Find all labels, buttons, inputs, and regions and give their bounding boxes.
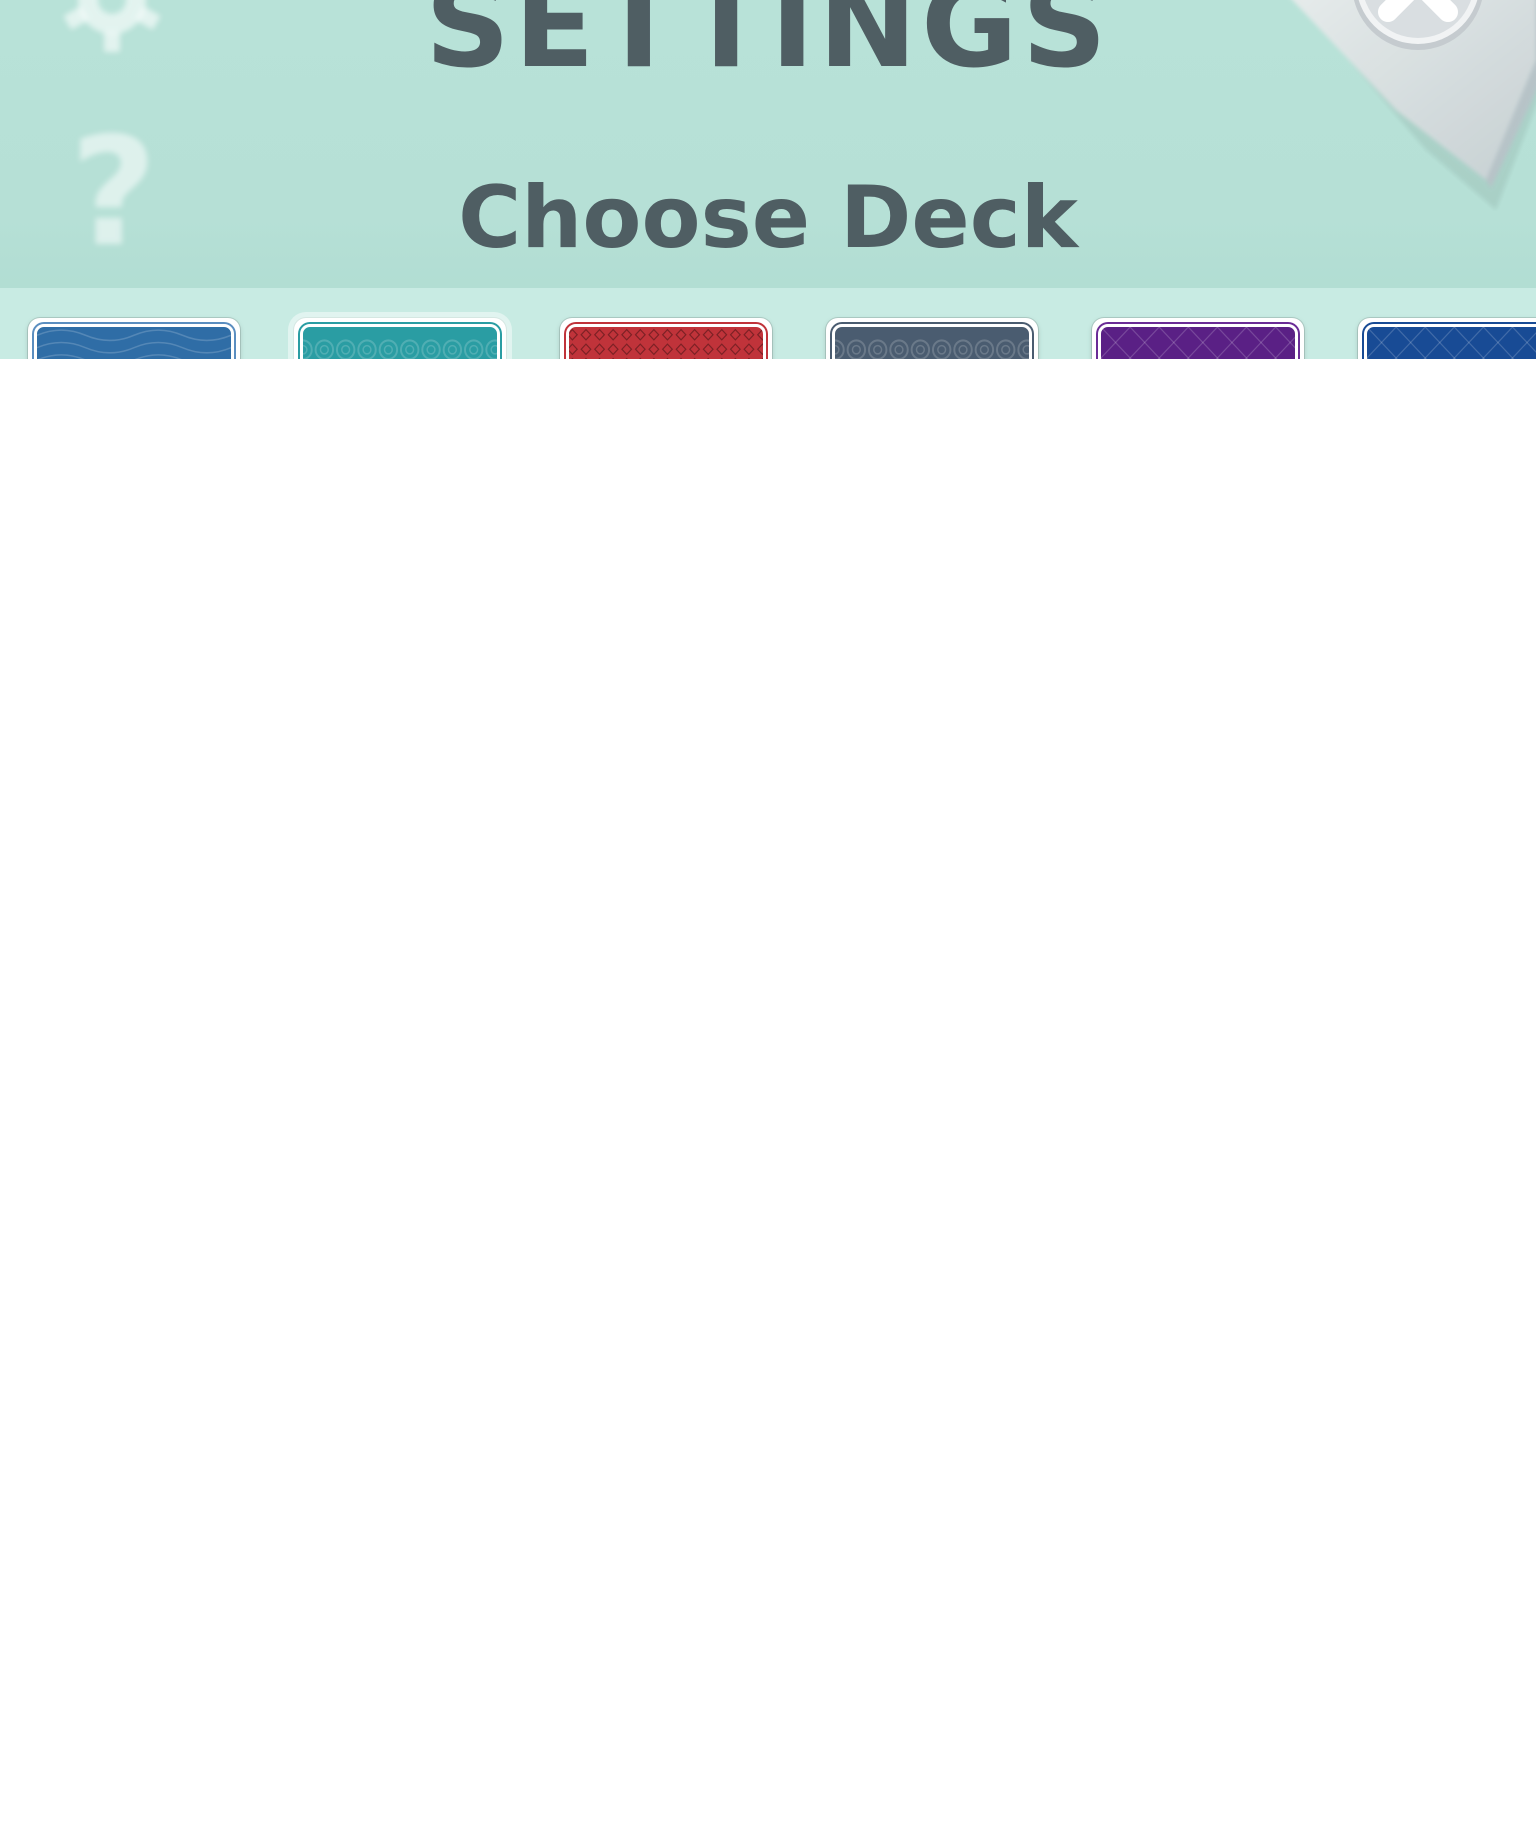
deck-back <box>832 324 1032 359</box>
deck-pattern <box>835 339 1029 359</box>
deck-back <box>1098 324 1298 359</box>
deck-back <box>34 324 234 359</box>
deck-pattern <box>37 329 231 359</box>
deck-list <box>0 314 1536 359</box>
section-title: Choose Deck <box>458 168 1078 268</box>
deck-option-blue-waves[interactable] <box>28 318 240 359</box>
deck-pattern <box>303 339 497 359</box>
screen: ? SETTINGS Choose Deck <box>0 0 1536 1836</box>
page-title: SETTINGS <box>425 0 1111 94</box>
deck-pattern <box>569 328 763 359</box>
deck-option-red-diamond[interactable] <box>560 318 772 359</box>
deck-option-navy-lines[interactable] <box>1358 318 1536 359</box>
deck-back <box>566 324 766 359</box>
deck-option-slate-hex[interactable] <box>826 318 1038 359</box>
deck-pattern <box>1101 327 1295 359</box>
deck-back <box>300 324 500 359</box>
deck-pattern <box>1367 327 1536 359</box>
close-icon <box>1353 0 1483 50</box>
deck-option-purple-lines[interactable] <box>1092 318 1304 359</box>
close-button[interactable] <box>1350 0 1486 54</box>
deck-option-teal-hex[interactable] <box>294 318 506 359</box>
settings-panel: ? SETTINGS Choose Deck <box>0 0 1536 359</box>
deck-back <box>1364 324 1536 359</box>
